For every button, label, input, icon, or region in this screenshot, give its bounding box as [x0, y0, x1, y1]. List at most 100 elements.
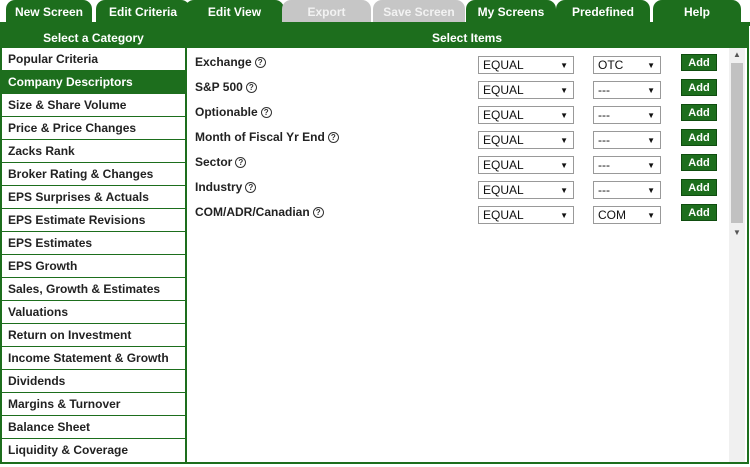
- help-icon[interactable]: ?: [254, 57, 266, 68]
- help-icon[interactable]: ?: [235, 157, 247, 168]
- value-text: COM: [598, 208, 626, 222]
- operator-select[interactable]: EQUAL ▼: [478, 81, 574, 99]
- category-item-zacks-rank[interactable]: Zacks Rank: [2, 140, 185, 163]
- add-button[interactable]: Add: [681, 179, 717, 196]
- category-item-eps-estimates[interactable]: EPS Estimates: [2, 232, 185, 255]
- help-icon[interactable]: ?: [245, 182, 257, 193]
- chevron-down-icon: ▼: [560, 161, 568, 170]
- value-text: ---: [598, 108, 610, 122]
- help-icon[interactable]: ?: [312, 207, 324, 218]
- category-panel-header: Select a Category: [2, 28, 185, 48]
- category-item-broker-rating[interactable]: Broker Rating & Changes: [2, 163, 185, 186]
- item-label-text: S&P 500: [195, 80, 243, 94]
- item-row-exchange: Exchange? EQUAL ▼ OTC ▼ Add: [187, 52, 729, 77]
- item-label-text: Optionable: [195, 105, 258, 119]
- value-select[interactable]: --- ▼: [593, 106, 661, 124]
- value-text: ---: [598, 158, 610, 172]
- category-item-popular-criteria[interactable]: Popular Criteria: [2, 48, 185, 71]
- item-row-optionable: Optionable? EQUAL ▼ --- ▼ Add: [187, 102, 729, 127]
- item-label: Month of Fiscal Yr End?: [195, 130, 339, 144]
- operator-select[interactable]: EQUAL ▼: [478, 181, 574, 199]
- items-panel-header: Select Items: [187, 28, 747, 48]
- chevron-down-icon: ▼: [560, 111, 568, 120]
- items-scrollbar[interactable]: ▲ ▼: [729, 48, 745, 462]
- operator-select[interactable]: EQUAL ▼: [478, 56, 574, 74]
- tab-my-screens[interactable]: My Screens: [466, 0, 556, 24]
- category-item-company-descriptors[interactable]: Company Descriptors: [2, 71, 185, 94]
- value-text: ---: [598, 83, 610, 97]
- operator-value: EQUAL: [483, 208, 524, 222]
- category-item-return-on-investment[interactable]: Return on Investment: [2, 324, 185, 347]
- item-row-sp500: S&P 500? EQUAL ▼ --- ▼ Add: [187, 77, 729, 102]
- tab-bar: New Screen Edit Criteria Edit View Expor…: [0, 0, 750, 26]
- help-icon[interactable]: ?: [245, 82, 257, 93]
- chevron-down-icon: ▼: [560, 86, 568, 95]
- category-item-price-changes[interactable]: Price & Price Changes: [2, 117, 185, 140]
- category-item-sales-growth[interactable]: Sales, Growth & Estimates: [2, 278, 185, 301]
- chevron-down-icon: ▼: [560, 211, 568, 220]
- item-label-text: Month of Fiscal Yr End: [195, 130, 325, 144]
- add-button[interactable]: Add: [681, 204, 717, 221]
- operator-select[interactable]: EQUAL ▼: [478, 156, 574, 174]
- item-label: S&P 500?: [195, 80, 257, 94]
- category-item-dividends[interactable]: Dividends: [2, 370, 185, 393]
- chevron-down-icon: ▼: [560, 136, 568, 145]
- item-row-industry: Industry? EQUAL ▼ --- ▼ Add: [187, 177, 729, 202]
- chevron-down-icon: ▼: [647, 111, 655, 120]
- item-label-text: Exchange: [195, 55, 252, 69]
- value-select[interactable]: --- ▼: [593, 156, 661, 174]
- category-item-eps-surprises[interactable]: EPS Surprises & Actuals: [2, 186, 185, 209]
- operator-value: EQUAL: [483, 108, 524, 122]
- add-button[interactable]: Add: [681, 104, 717, 121]
- category-item-liquidity-coverage[interactable]: Liquidity & Coverage: [2, 439, 185, 462]
- chevron-down-icon: ▼: [560, 61, 568, 70]
- items-list: Exchange? EQUAL ▼ OTC ▼ Add S&P 500? EQUAL…: [187, 48, 729, 462]
- help-icon[interactable]: ?: [327, 132, 339, 143]
- tab-help[interactable]: Help: [653, 0, 741, 24]
- item-row-com-adr-canadian: COM/ADR/Canadian? EQUAL ▼ COM ▼ Add: [187, 202, 729, 227]
- category-item-balance-sheet[interactable]: Balance Sheet: [2, 416, 185, 439]
- help-icon[interactable]: ?: [260, 107, 272, 118]
- item-label-text: Sector: [195, 155, 233, 169]
- item-label: Exchange?: [195, 55, 266, 69]
- operator-value: EQUAL: [483, 183, 524, 197]
- add-button[interactable]: Add: [681, 79, 717, 96]
- operator-select[interactable]: EQUAL ▼: [478, 206, 574, 224]
- tab-predefined[interactable]: Predefined: [556, 0, 650, 24]
- category-item-eps-growth[interactable]: EPS Growth: [2, 255, 185, 278]
- category-item-margins-turnover[interactable]: Margins & Turnover: [2, 393, 185, 416]
- scroll-down-icon[interactable]: ▼: [729, 226, 745, 240]
- operator-select[interactable]: EQUAL ▼: [478, 131, 574, 149]
- value-text: ---: [598, 183, 610, 197]
- chevron-down-icon: ▼: [647, 61, 655, 70]
- scrollbar-thumb[interactable]: [731, 63, 743, 223]
- item-row-sector: Sector? EQUAL ▼ --- ▼ Add: [187, 152, 729, 177]
- value-select[interactable]: --- ▼: [593, 131, 661, 149]
- add-button[interactable]: Add: [681, 54, 717, 71]
- operator-select[interactable]: EQUAL ▼: [478, 106, 574, 124]
- value-text: OTC: [598, 58, 624, 72]
- tab-edit-criteria[interactable]: Edit Criteria: [96, 0, 190, 24]
- category-item-eps-estimate-revisions[interactable]: EPS Estimate Revisions: [2, 209, 185, 232]
- category-item-income-statement[interactable]: Income Statement & Growth: [2, 347, 185, 370]
- chevron-down-icon: ▼: [647, 161, 655, 170]
- value-select[interactable]: --- ▼: [593, 81, 661, 99]
- value-select[interactable]: OTC ▼: [593, 56, 661, 74]
- value-select[interactable]: --- ▼: [593, 181, 661, 199]
- item-label-text: COM/ADR/Canadian: [195, 205, 310, 219]
- item-label: Sector?: [195, 155, 247, 169]
- add-button[interactable]: Add: [681, 154, 717, 171]
- scroll-up-icon[interactable]: ▲: [729, 48, 745, 62]
- operator-value: EQUAL: [483, 158, 524, 172]
- item-row-fiscal-year-end: Month of Fiscal Yr End? EQUAL ▼ --- ▼ Add: [187, 127, 729, 152]
- item-label: Optionable?: [195, 105, 272, 119]
- category-item-valuations[interactable]: Valuations: [2, 301, 185, 324]
- tab-edit-view[interactable]: Edit View: [185, 0, 284, 24]
- chevron-down-icon: ▼: [647, 186, 655, 195]
- add-button[interactable]: Add: [681, 129, 717, 146]
- tab-save-screen[interactable]: Save Screen: [373, 0, 465, 24]
- tab-new-screen[interactable]: New Screen: [6, 0, 92, 24]
- tab-export[interactable]: Export: [282, 0, 371, 24]
- category-item-size-share-volume[interactable]: Size & Share Volume: [2, 94, 185, 117]
- value-select[interactable]: COM ▼: [593, 206, 661, 224]
